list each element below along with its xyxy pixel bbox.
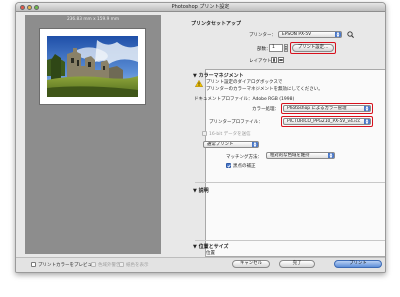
- print-dialog-window: Photoshop プリント設定 236.83 mm x 159.9 mm プリ…: [15, 2, 386, 273]
- gamut-warning-label: 色域外警告: [98, 263, 121, 268]
- warning-icon: [194, 79, 204, 87]
- popup-arrows-icon: ▲ ▼: [252, 141, 258, 148]
- printer-value: EPSON PX-5V: [282, 32, 312, 37]
- portrait-icon: [273, 58, 275, 62]
- popup-arrows-icon: ▲ ▼: [364, 118, 370, 125]
- color-handling-popup[interactable]: Photoshop によるカラー管理 ▲ ▼: [283, 105, 371, 112]
- print-mode-popup[interactable]: 通常プリント ▲ ▼: [203, 141, 259, 148]
- section-divider: [195, 240, 385, 241]
- print-settings-highlight: プリント設定...: [290, 42, 336, 54]
- copies-input[interactable]: 1: [269, 44, 283, 52]
- printer-settings-icon[interactable]: [347, 31, 354, 38]
- close-window-button[interactable]: [20, 5, 25, 10]
- warning-text-line2: プリンターのカラーマネジメントを無効にしてください。: [206, 87, 323, 92]
- description-heading[interactable]: ▼ 説明: [193, 187, 209, 194]
- layout-landscape-button[interactable]: [278, 57, 284, 63]
- gamut-warning-checkbox[interactable]: [91, 262, 96, 267]
- paper-white-label: 紙色を表示: [126, 263, 149, 268]
- print-settings-button[interactable]: プリント設定...: [292, 44, 334, 52]
- castle-ruins-image: [47, 36, 138, 97]
- paper-white-checkbox[interactable]: [119, 262, 124, 267]
- landscape-icon: [279, 59, 283, 61]
- document-profile-label: ドキュメントプロファイル：Adobe RGB (1998): [194, 97, 295, 102]
- zoom-window-button[interactable]: [34, 5, 39, 10]
- window-title: Photoshop プリント設定: [171, 4, 230, 10]
- printer-wrench-icon: [347, 31, 354, 38]
- popup-arrows-icon: ▲ ▼: [335, 31, 341, 38]
- color-handling-value: Photoshop によるカラー管理: [287, 106, 347, 111]
- printer-profile-label: プリンタープロファイル：: [209, 120, 263, 125]
- 16bit-checkbox[interactable]: [202, 131, 207, 136]
- preview-color-label: プリントカラーをプレビュー: [38, 263, 97, 268]
- copies-stepper[interactable]: ▲ ▼: [284, 44, 288, 52]
- cancel-button[interactable]: キャンセル: [232, 260, 270, 268]
- printer-profile-value: PICTORICO_PPG210_PX-5V_v4.icc: [287, 119, 361, 124]
- minimize-window-button[interactable]: [27, 5, 32, 10]
- preview-color-checkbox[interactable]: [31, 262, 36, 267]
- printer-setup-heading: プリンタセットアップ: [191, 21, 242, 27]
- bpc-label: 黒点の補正: [233, 164, 256, 169]
- layout-portrait-button[interactable]: [271, 57, 277, 63]
- color-handling-label: カラー処理：: [252, 107, 279, 112]
- popup-arrows-icon: ▲ ▼: [328, 152, 334, 159]
- popup-arrows-icon: ▲ ▼: [364, 105, 370, 112]
- printer-profile-popup[interactable]: PICTORICO_PPG210_PX-5V_v4.icc ▲ ▼: [283, 118, 371, 125]
- preview-photo[interactable]: [47, 36, 138, 97]
- bpc-checkbox[interactable]: [226, 163, 231, 168]
- done-button[interactable]: 完了: [279, 260, 315, 268]
- color-handling-highlight: Photoshop によるカラー管理 ▲ ▼: [281, 103, 373, 114]
- print-mode-value: 通常プリント: [207, 142, 234, 147]
- rendering-intent-value: 相対的な色域を維持: [270, 153, 310, 158]
- rendering-intent-popup[interactable]: 相対的な色域を維持 ▲ ▼: [266, 152, 335, 159]
- warning-text-line1: プリント設定のダイアログボックスで: [206, 80, 283, 85]
- color-management-heading[interactable]: ▼ カラーマネジメント: [193, 72, 244, 79]
- description-title: 説明: [198, 188, 209, 194]
- printer-popup[interactable]: EPSON PX-5V ▲ ▼: [278, 31, 342, 38]
- print-button[interactable]: プリント: [334, 260, 382, 268]
- 16bit-label: 16-bit データを送信: [209, 132, 251, 137]
- position-size-heading[interactable]: ▼ 位置とサイズ: [193, 243, 228, 250]
- printer-label: プリンター：: [249, 33, 276, 38]
- title-bar: Photoshop プリント設定: [16, 3, 385, 12]
- printer-profile-highlight: PICTORICO_PPG210_PX-5V_v4.icc ▲ ▼: [281, 116, 373, 127]
- position-sub-label: 位置: [206, 251, 215, 256]
- checkmark-icon: [227, 164, 231, 168]
- section-divider: [195, 182, 385, 183]
- rendering-intent-label: マッチング方法：: [226, 155, 262, 160]
- preview-dimensions-label: 236.83 mm x 159.9 mm: [66, 17, 120, 22]
